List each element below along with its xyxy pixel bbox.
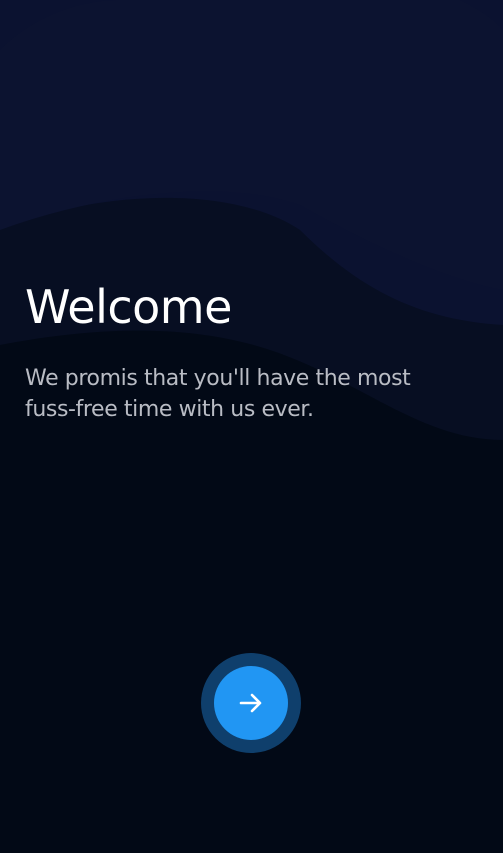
welcome-title: Welcome	[25, 280, 232, 334]
arrow-right-icon	[239, 693, 262, 713]
next-button-inner	[214, 666, 288, 740]
welcome-subtitle: We promis that you'll have the most fuss…	[25, 366, 411, 422]
next-button[interactable]	[201, 653, 301, 753]
